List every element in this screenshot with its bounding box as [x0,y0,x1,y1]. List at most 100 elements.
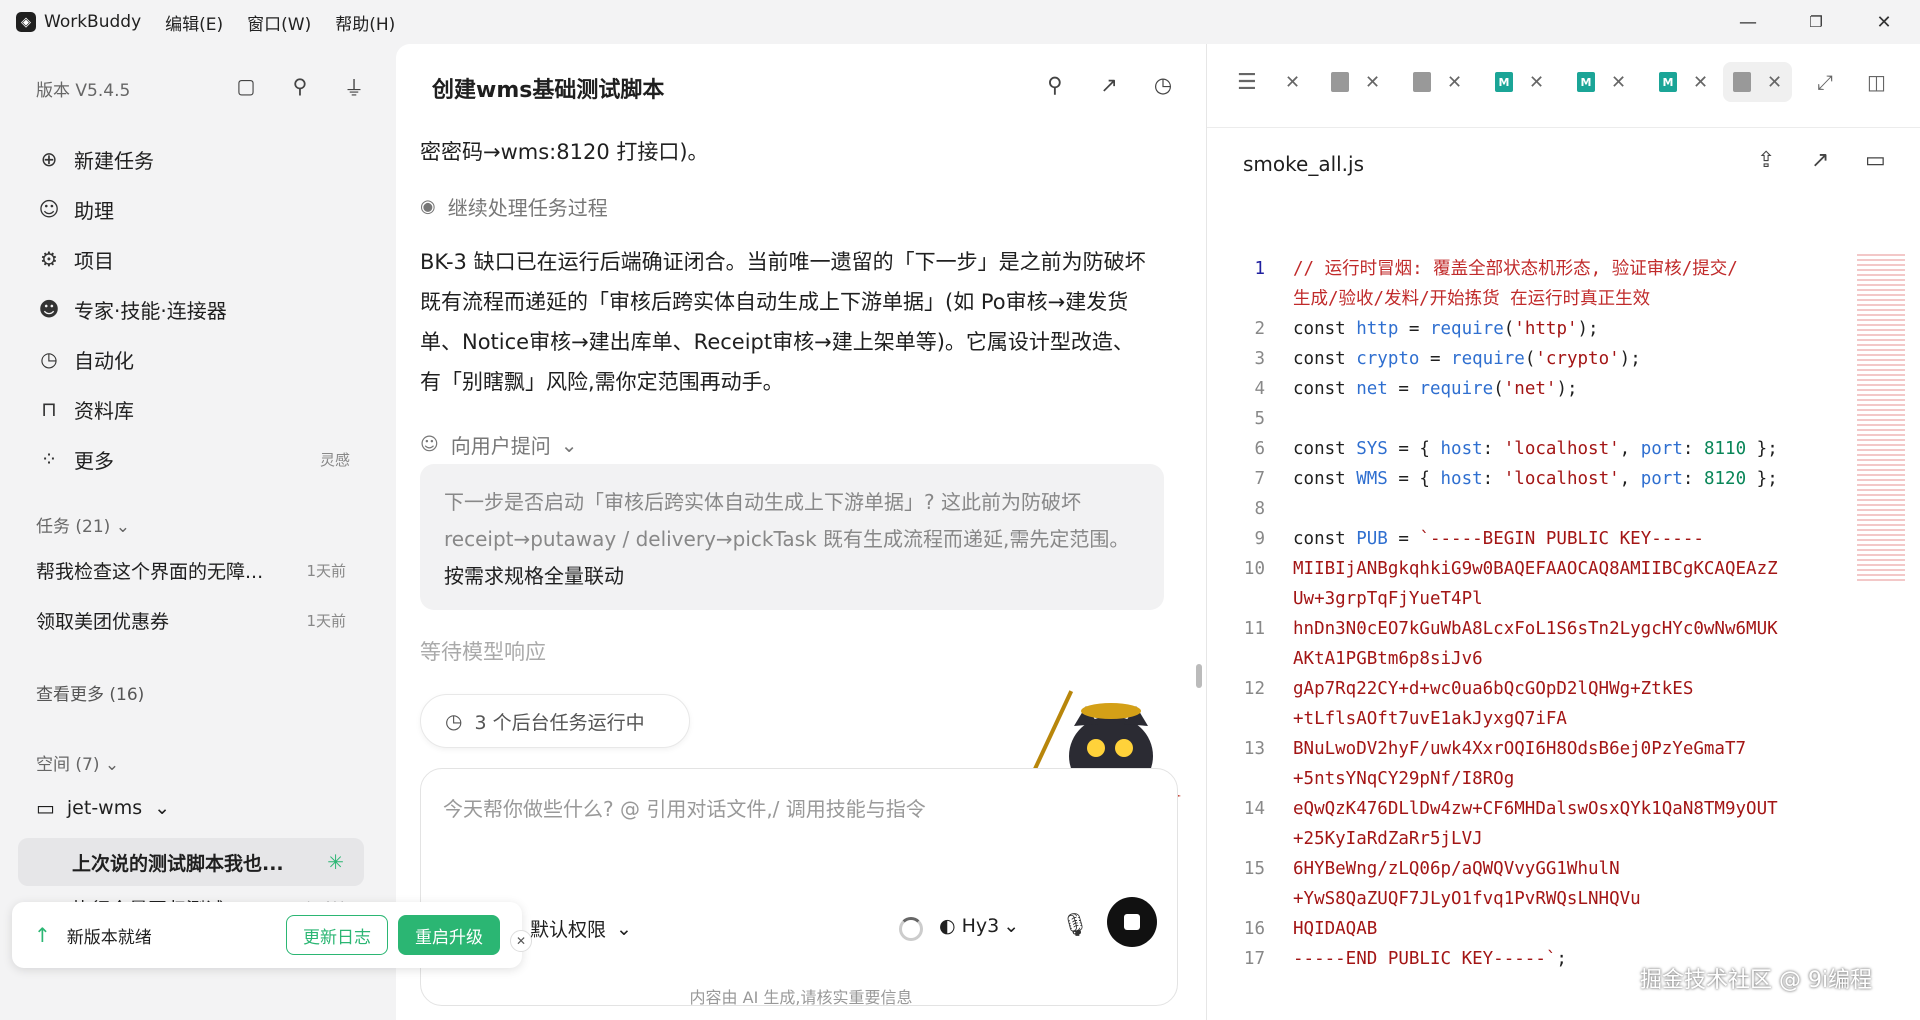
line-number: 9 [1254,529,1265,549]
tasks-header[interactable]: 任务 (21) ⌄ [36,512,130,537]
question-card: 下一步是否启动「审核后跨实体自动生成上下游单据」? 这此前为防破坏 receip… [420,464,1164,610]
panel-toggle-icon[interactable]: ◫ [1867,62,1886,102]
code-line[interactable]: // 运行时冒烟: 覆盖全部状态机形态, 验证审核/提交/ [1293,254,1738,284]
code-line[interactable]: eQwQzK476DLlDw4zw+CF6MHDalswOsxQYk1QaN8T… [1293,794,1778,824]
project-folder[interactable]: ▭ jet-wms ⌄ [36,796,170,820]
chevron-down-icon: ⌄ [104,755,120,775]
microphone-icon[interactable]: 🎙︎ [1061,913,1089,938]
model-selector[interactable]: ◐ Hy3 ⌄ [939,915,1019,937]
editor-tab-active[interactable]: ✕ [1723,62,1793,102]
search-icon[interactable]: ⚲ [1040,70,1070,100]
close-window-icon[interactable]: ✕ [1862,8,1906,36]
nav-library[interactable]: ⊓ 资料库 [24,384,368,434]
upload-icon[interactable]: ⇪ [1757,148,1775,173]
bot-icon: ☺ [420,434,439,455]
code-line[interactable]: const WMS = { host: 'localhost', port: 8… [1293,464,1778,494]
line-number: 15 [1243,859,1265,879]
tab-list-icon[interactable]: ☰ [1237,62,1257,102]
editor-tab[interactable]: M ✕ [1577,62,1626,102]
folder-icon: ▭ [36,796,55,820]
restore-icon[interactable]: ❐ [1794,8,1838,36]
task-item[interactable]: 领取美团优惠券 1天前 [36,600,346,640]
expand-icon[interactable]: ⤢ [1817,62,1833,102]
code-line[interactable]: +tLflsAOft7uvE1akJyxgQ7iFA [1293,704,1567,734]
share-icon[interactable]: ↗ [1811,148,1829,173]
code-line[interactable]: const http = require('http'); [1293,314,1599,344]
line-number: 4 [1254,379,1265,399]
toggle-sidebar-icon[interactable]: ▢ [232,72,260,100]
editor-tab[interactable]: M ✕ [1659,62,1708,102]
code-line[interactable]: gAp7Rq22CY+d+wc0ua6bQcGOpD2lQHWg+ZtkES [1293,674,1693,704]
nav-new-task[interactable]: ⊕ 新建任务 [24,134,368,184]
editor-tab[interactable]: M ✕ [1495,62,1544,102]
minimize-icon[interactable]: — [1726,8,1770,36]
model-logo-icon: ◐ [939,915,956,937]
nav-project[interactable]: ⚙ 项目 [24,234,368,284]
nav-automation[interactable]: ◷ 自动化 [24,334,368,384]
editor-tab[interactable]: ✕ [1413,62,1462,102]
ask-user-section[interactable]: ☺ 向用户提问 ⌄ [420,430,578,459]
nav-label: 更多 [74,448,114,473]
code-line[interactable]: BNuLwoDV2hyF/uwk4XxrOQI6H8OdsB6ej0PzYeGm… [1293,734,1746,764]
minimap[interactable] [1857,254,1905,584]
close-banner-icon[interactable]: ✕ [510,930,532,952]
code-line[interactable]: +25KyIaRdZaRr5jLVJ [1293,824,1483,854]
nav-more[interactable]: ⁘ 更多 灵感 [24,434,368,484]
code-line[interactable]: MIIBIjANBgkqhkiG9w0BAQEFAAOCAQ8AMIIBCgKC… [1293,554,1778,584]
line-number: 8 [1254,499,1265,519]
history-icon[interactable]: ◷ [1148,70,1178,100]
changelog-button[interactable]: 更新日志 [286,915,388,955]
editor-tab[interactable]: ✕ [1331,62,1380,102]
menu-window[interactable]: 窗口(W) [247,10,311,35]
code-line[interactable]: hnDn3N0cEO7kGuWbA8LcxFoL1S6sTn2LygcHYc0w… [1293,614,1778,644]
current-task[interactable]: 上次说的测试脚本我也... ✳ [18,838,364,886]
message-input[interactable]: 今天帮你做些什么? @ 引用对话文件,/ 调用技能与指令 [443,793,926,822]
code-line[interactable]: AKtA1PGBtm6p8siJv6 [1293,644,1483,674]
nav-experts[interactable]: ☻ 专家·技能·连接器 [24,284,368,334]
inspiration-label[interactable]: 灵感 [320,449,350,470]
code-line[interactable]: 6HYBeWng/zLQ06p/aQWQVvyGG1WhulN [1293,854,1620,884]
assistant-icon: ☺ [38,197,60,221]
code-line[interactable]: const PUB = `-----BEGIN PUBLIC KEY----- [1293,524,1704,554]
code-line[interactable]: 生成/验收/发料/开始拣货 在运行时真正生效 [1293,284,1650,314]
code-line[interactable]: Uw+3grpTqFjYueT4Pl [1293,584,1483,614]
code-line[interactable]: +YwS8QaZUQF7JLyO1fvq1PvRWQsLNHQVu [1293,884,1641,914]
restart-upgrade-button[interactable]: 重启升级 [398,915,500,955]
editor-pane: ☰ ✕ ✕ ✕ M ✕ M ✕ M ✕ ✕ ⤢ ◫ smoke_all.js ⇪ ↗ … [1206,44,1920,1020]
nav-assistant[interactable]: ☺ 助理 [24,184,368,234]
project-icon: ⚙ [40,247,58,271]
code-line[interactable]: const crypto = require('crypto'); [1293,344,1641,374]
tab-close-icon[interactable]: ✕ [1285,62,1300,102]
code-line[interactable]: const SYS = { host: 'localhost', port: 8… [1293,434,1778,464]
folder-icon[interactable]: ▭ [1865,148,1886,173]
code-line[interactable]: +5ntsYNqCY29pNf/I8ROg [1293,764,1514,794]
menu-help[interactable]: 帮助(H) [335,10,395,35]
code-line[interactable]: -----END PUBLIC KEY-----`; [1293,944,1567,974]
filter-icon[interactable]: ⏚ [340,72,368,100]
editor-tabs: ☰ ✕ ✕ ✕ M ✕ M ✕ M ✕ ✕ ⤢ ◫ [1207,44,1920,128]
loading-spinner-icon [899,917,923,941]
nav-label: 项目 [74,248,114,273]
chat-pane: 创建wms基础测试脚本 ⚲ ↗ ◷ 密密码→wms:8120 打接口)。 ◉ 继续… [396,44,1206,1020]
menu-edit[interactable]: 编辑(E) [165,10,223,35]
nav-label: 资料库 [74,398,134,423]
line-number: 3 [1254,349,1265,369]
code-line[interactable]: const net = require('net'); [1293,374,1578,404]
stop-button[interactable] [1107,897,1157,947]
scrollbar-thumb[interactable] [1196,664,1202,688]
line-number: 7 [1254,469,1265,489]
see-more-link[interactable]: 查看更多 (16) [36,680,144,705]
spaces-header[interactable]: 空间 (7) ⌄ [36,750,119,775]
search-icon[interactable]: ⚲ [286,72,314,100]
code-line[interactable]: HQIDAQAB [1293,914,1377,944]
background-tasks-pill[interactable]: ◷ 3 个后台任务运行中 [420,694,690,748]
app-name: WorkBuddy [44,12,142,32]
version-label: 版本 V5.4.5 [36,81,131,101]
chevron-down-icon: ⌄ [1003,915,1020,937]
task-item[interactable]: 帮我检查这个界面的无障... 1天前 [36,550,346,590]
continue-process[interactable]: ◉ 继续处理任务过程 [420,192,608,221]
chevron-down-icon: ⌄ [115,517,130,537]
line-number: 16 [1243,919,1265,939]
file-icon [1331,72,1349,92]
share-icon[interactable]: ↗ [1094,70,1124,100]
